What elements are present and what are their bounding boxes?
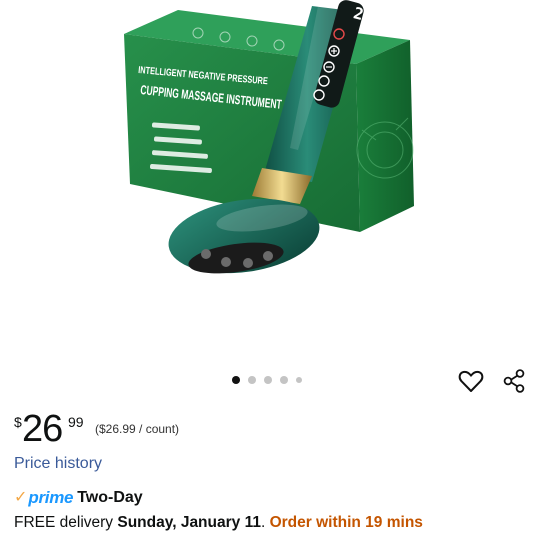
- delivery-date: Sunday, January 11: [117, 514, 261, 531]
- price-history-link[interactable]: Price history: [14, 455, 102, 473]
- unit-price: ($26.99 / count): [95, 422, 180, 436]
- prime-check-icon: ✓: [14, 489, 28, 506]
- delivery-message: FREE delivery Sunday, January 11. Order …: [14, 514, 423, 532]
- heart-icon[interactable]: [456, 366, 486, 396]
- gallery-dot[interactable]: [264, 376, 272, 384]
- prime-logo: prime: [28, 488, 74, 507]
- prime-badge: ✓ prime Two-Day: [14, 488, 143, 508]
- gallery-dot[interactable]: [248, 376, 256, 384]
- share-icon[interactable]: [499, 366, 529, 396]
- gallery-dot[interactable]: [280, 376, 288, 384]
- price-fraction: 99: [68, 414, 84, 430]
- gallery-dot[interactable]: [232, 376, 240, 384]
- delivery-prefix: FREE delivery: [14, 514, 118, 531]
- price-currency: $: [14, 414, 22, 430]
- order-within-countdown: Order within 19 mins: [269, 514, 423, 531]
- gallery-dot[interactable]: [296, 377, 302, 383]
- product-image[interactable]: INTELLIGENT NEGATIVE PRESSURE CUPPING MA…: [0, 0, 540, 360]
- gallery-pagination[interactable]: [232, 376, 302, 384]
- shipping-speed: Two-Day: [77, 489, 143, 506]
- delivery-separator: .: [260, 514, 270, 531]
- price-whole: 26: [22, 408, 63, 450]
